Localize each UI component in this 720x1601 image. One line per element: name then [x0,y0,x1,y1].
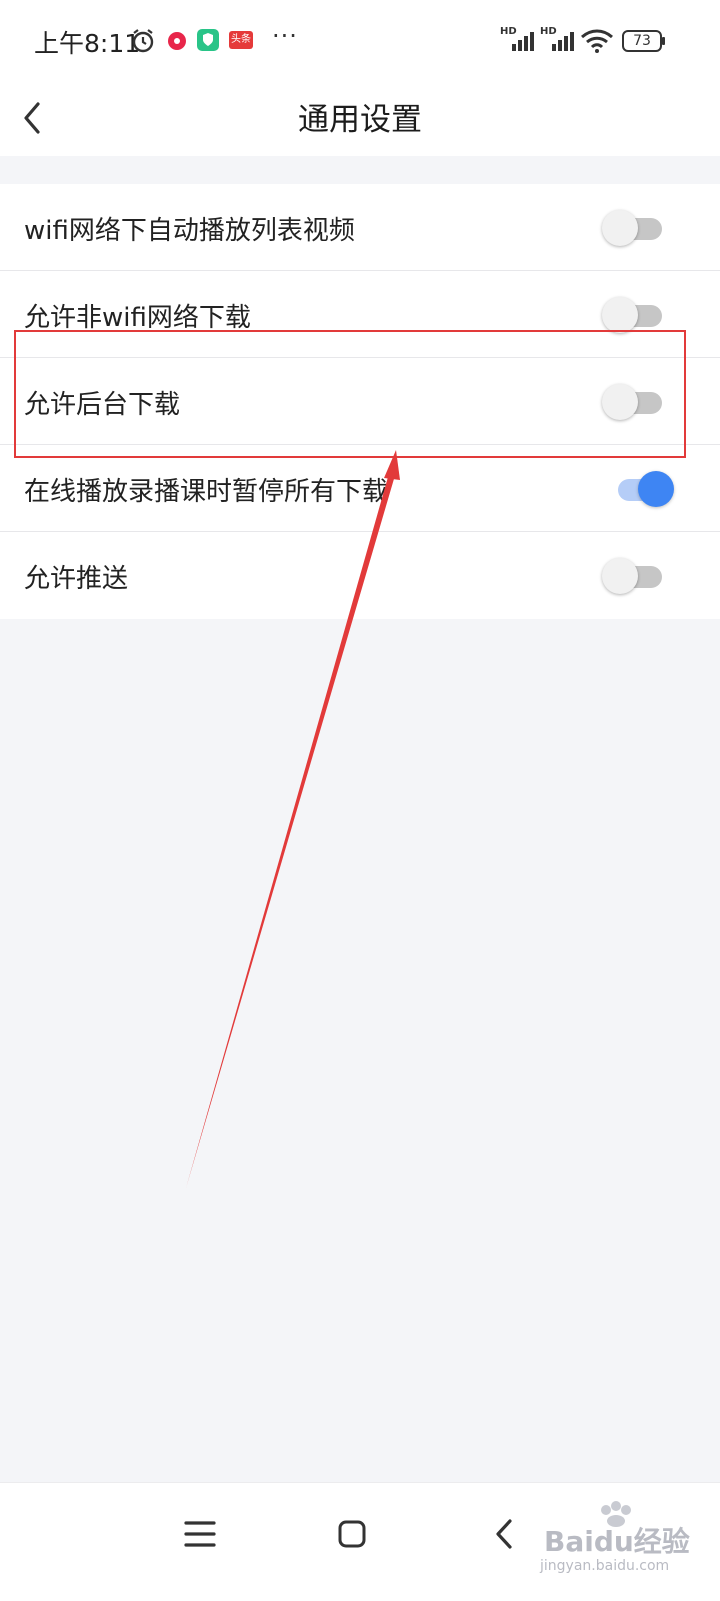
setting-label: 允许非wifi网络下载 [24,303,251,333]
more-notifications-icon: ··· [272,22,298,50]
toggle-thumb [602,210,638,246]
toggle-thumb [602,297,638,333]
annotation-highlight-box [14,330,686,458]
app-header: 通用设置 [0,80,720,156]
page-title: 通用设置 [298,102,422,138]
autoplay-wifi-toggle[interactable] [600,208,680,248]
home-icon[interactable] [322,1509,382,1559]
status-time: 上午8:11 [34,29,141,58]
setting-pause-downloads[interactable]: 在线播放录播课时暂停所有下载 [0,445,720,532]
signal-icon-2 [552,32,574,51]
system-back-icon[interactable] [476,1509,536,1559]
news-app-icon: 头条 [229,31,253,49]
signal-icon [512,32,534,51]
pause-downloads-toggle[interactable] [600,469,680,509]
setting-label: wifi网络下自动播放列表视频 [24,216,355,246]
setting-label: 允许推送 [24,564,129,594]
watermark-sub-text: jingyan.baidu.com [540,1558,670,1574]
watermark-main-text: Baidu经验 [544,1525,690,1558]
baidu-jingyan-watermark: Baidu经验 jingyan.baidu.com [540,1500,710,1590]
music-app-icon [168,32,186,50]
menu-icon[interactable] [170,1509,230,1559]
non-wifi-download-toggle[interactable] [600,295,680,335]
battery-indicator: 73 [622,30,662,52]
status-bar: 上午8:11 头条 ··· HD HD 73 [0,0,720,80]
toggle-thumb [602,558,638,594]
battery-tip [662,37,665,45]
setting-autoplay-wifi[interactable]: wifi网络下自动播放列表视频 [0,184,720,271]
push-toggle[interactable] [600,556,680,596]
setting-push[interactable]: 允许推送 [0,532,720,619]
setting-label: 在线播放录播课时暂停所有下载 [24,477,389,507]
security-app-icon [197,29,219,51]
wifi-icon [581,29,613,53]
toggle-thumb [638,471,674,507]
alarm-icon [132,29,154,53]
